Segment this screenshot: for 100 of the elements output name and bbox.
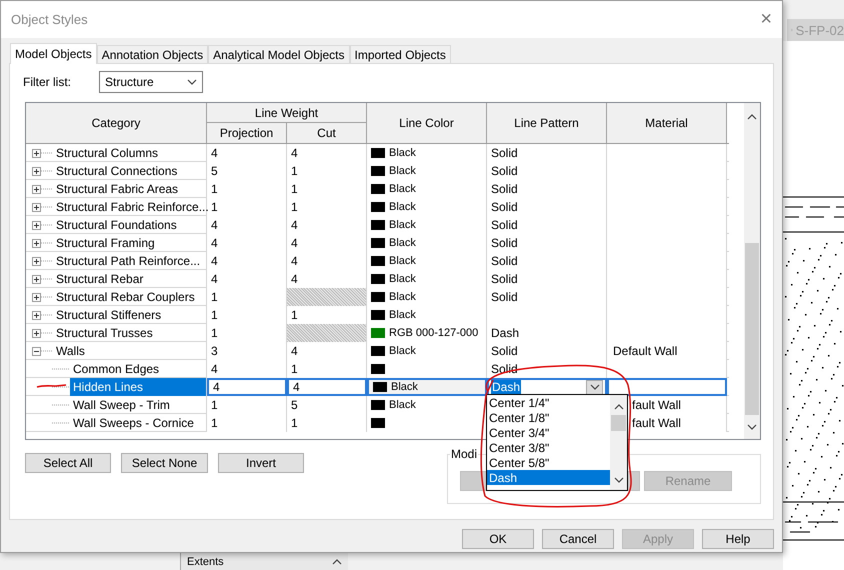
- table-cell: 1: [207, 324, 287, 342]
- tab[interactable]: Annotation Objects: [96, 45, 208, 63]
- table-cell: 1: [207, 288, 287, 306]
- color-name: Black: [389, 183, 416, 195]
- scroll-thumb[interactable]: [611, 415, 626, 431]
- category-name[interactable]: Hidden Lines: [70, 378, 206, 396]
- category-name[interactable]: Common Edges: [70, 360, 162, 378]
- category-name[interactable]: Wall Sweeps - Cornice: [70, 414, 197, 432]
- expand-icon[interactable]: [32, 256, 41, 266]
- table-cell: 1: [207, 396, 287, 414]
- table-cell: 4: [287, 144, 367, 162]
- table-cell: Solid: [487, 288, 607, 306]
- chevron-down-icon[interactable]: [747, 424, 757, 430]
- category-name[interactable]: Structural Path Reinforce...: [53, 252, 204, 270]
- selection-button[interactable]: Select None: [121, 453, 208, 473]
- column-header: Cut: [287, 123, 367, 143]
- table-cell: 1: [287, 360, 367, 378]
- tree-line: [41, 332, 53, 334]
- tree-line: [52, 386, 70, 388]
- tree-line: [41, 278, 53, 280]
- category-name[interactable]: Structural Rebar: [53, 270, 146, 288]
- column-header: Line Weight: [207, 103, 367, 123]
- dialog-button[interactable]: Cancel: [542, 529, 614, 549]
- tree-line: [52, 404, 70, 406]
- category-name[interactable]: Wall Sweep - Trim: [70, 396, 173, 414]
- chevron-down-icon: [590, 384, 600, 390]
- category-name[interactable]: Structural Columns: [53, 144, 162, 162]
- table-cell: 4: [207, 216, 287, 234]
- column-header: Line Color: [367, 103, 487, 143]
- expand-icon[interactable]: [32, 274, 41, 284]
- tree-line: [41, 188, 53, 190]
- tree-line: [41, 206, 53, 208]
- expand-icon[interactable]: [32, 238, 41, 248]
- color-name: Black: [391, 381, 418, 393]
- color-name: Black: [389, 291, 416, 303]
- tab[interactable]: Imported Objects: [350, 45, 451, 63]
- table-cell: 1: [287, 198, 367, 216]
- category-name[interactable]: Structural Foundations: [53, 216, 180, 234]
- expand-icon[interactable]: [32, 220, 41, 230]
- tab[interactable]: Analytical Model Objects: [208, 45, 350, 63]
- color-name: Black: [389, 399, 416, 411]
- table-cell: 1: [207, 198, 287, 216]
- table-cell: 4: [287, 216, 367, 234]
- category-name[interactable]: Structural Fabric Areas: [53, 180, 182, 198]
- expand-icon[interactable]: [32, 328, 41, 338]
- color-name: Black: [389, 309, 416, 321]
- close-button[interactable]: ×: [760, 8, 772, 31]
- scrollbar[interactable]: [744, 103, 760, 439]
- chevron-up-icon[interactable]: [332, 558, 342, 564]
- expand-icon[interactable]: [32, 148, 41, 158]
- expand-icon[interactable]: [32, 184, 41, 194]
- column-header: Projection: [207, 123, 287, 143]
- expand-icon[interactable]: [32, 202, 41, 212]
- color-name: Black: [389, 345, 416, 357]
- panel-title: Extents: [187, 556, 224, 568]
- table-cell: Solid: [487, 198, 607, 216]
- category-name[interactable]: Structural Rebar Couplers: [53, 288, 198, 306]
- color-name: Black: [389, 237, 416, 249]
- filter-label: Filter list:: [23, 75, 72, 89]
- material-field[interactable]: [607, 378, 727, 396]
- tree-line: [41, 152, 53, 154]
- group-label: Modi: [450, 447, 478, 461]
- dialog-button[interactable]: OK: [462, 529, 534, 549]
- table-cell: 4: [287, 342, 367, 360]
- chevron-up-icon[interactable]: [747, 114, 757, 120]
- scroll-thumb[interactable]: [745, 243, 759, 415]
- cut-field[interactable]: 4: [287, 378, 367, 396]
- color-name: Black: [389, 147, 416, 159]
- tree-line: [41, 224, 53, 226]
- table-cell: 1: [287, 306, 367, 324]
- tab[interactable]: Model Objects: [10, 43, 97, 64]
- color-name: Black: [389, 219, 416, 231]
- table-cell: 4: [207, 360, 287, 378]
- column-header: Category: [26, 103, 207, 143]
- color-name: RGB 000-127-000: [389, 327, 478, 339]
- selection-button[interactable]: Select All: [25, 453, 111, 473]
- category-name[interactable]: Structural Framing: [53, 234, 158, 252]
- projection-field[interactable]: 4: [207, 378, 287, 396]
- table-cell: 1: [287, 414, 367, 432]
- chevron-up-icon[interactable]: [614, 404, 624, 410]
- category-name[interactable]: Structural Stiffeners: [53, 306, 164, 324]
- chevron-down-icon[interactable]: [614, 477, 624, 483]
- dropdown-scrollbar[interactable]: [610, 395, 627, 490]
- selection-button[interactable]: Invert: [218, 453, 304, 473]
- dropdown-option[interactable]: Dash: [487, 470, 610, 485]
- tree-line: [41, 170, 53, 172]
- category-name[interactable]: Walls: [53, 342, 88, 360]
- expand-icon[interactable]: [32, 166, 41, 176]
- category-name[interactable]: Structural Trusses: [53, 324, 156, 342]
- tree-line: [52, 368, 70, 370]
- table-cell: Solid: [487, 180, 607, 198]
- expand-icon[interactable]: [32, 292, 41, 302]
- category-name[interactable]: Structural Connections: [53, 162, 180, 180]
- table-cell: 1: [207, 180, 287, 198]
- table-cell: 5: [287, 396, 367, 414]
- filter-dropdown[interactable]: Structure: [99, 71, 203, 93]
- dialog-button[interactable]: Help: [702, 529, 774, 549]
- expand-icon[interactable]: [32, 310, 41, 320]
- collapse-icon[interactable]: [32, 346, 41, 356]
- table-cell: Solid: [487, 144, 607, 162]
